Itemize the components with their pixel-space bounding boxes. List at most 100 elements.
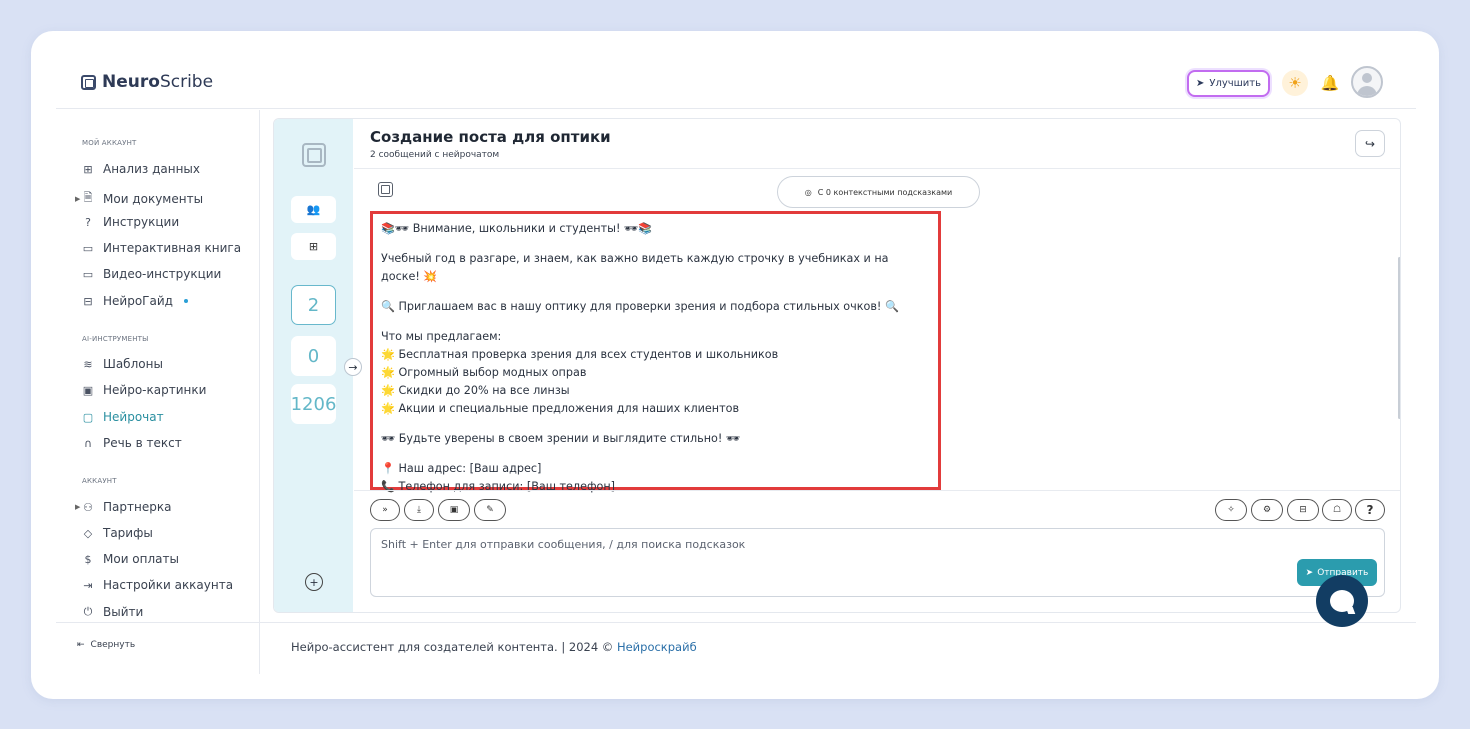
message-line: Что мы предлагаем: [381,330,502,343]
power-icon: ⏻ [83,605,93,618]
message-line: 🌟 Акции и специальные предложения для на… [381,402,740,415]
video-icon: ▭ [82,267,94,281]
message-line: 🌟 Скидки до 20% на все линзы [381,384,570,397]
sidebar-item-logout[interactable]: ⏻ Выйти [82,605,144,619]
header-divider [354,168,1400,169]
message-line: 📚🕶 Внимание, школьники и студенты! 🕶📚 [381,222,653,235]
puzzle-icon: ✧ [1227,505,1235,515]
download-icon: ⤓ [417,505,421,515]
chat-scrollbar[interactable] [1398,257,1400,419]
sidebar-item-partner[interactable]: ▶ ⚇ Партнерка [75,500,171,514]
tag-icon: ◇ [83,526,93,540]
logo-icon [81,74,96,90]
theme-toggle-sun-icon[interactable]: ☀ [1282,70,1308,96]
robot-button[interactable]: ☖ [1322,499,1352,521]
upgrade-label: Улучшить [1209,78,1262,89]
sidebar-item-label: Тарифы [103,526,153,540]
sidebar-item-payments[interactable]: $ Мои оплаты [82,552,179,566]
new-badge-dot [183,299,188,303]
sidebar-item-documents[interactable]: ▶ 🗎 Мои документы [75,189,204,208]
layout-button[interactable]: ⊟ [1287,499,1319,521]
chat-bubble-icon: ▢ [82,410,94,424]
download-button[interactable]: ⤓ [404,499,434,521]
users-icon: 👥 [306,203,321,216]
sidebar-item-book[interactable]: ▭ Интерактивная книга [82,241,241,255]
chat-subtitle: 2 сообщений с нейрочатом [370,150,500,160]
magic-wand-button[interactable]: ✎ [474,499,506,521]
count-tile-1[interactable]: 2 [291,285,336,325]
sidebar-item-chat[interactable]: ▢ Нейрочат [82,410,164,424]
palette-icon: ◎ [804,187,812,197]
message-line: 🌟 Бесплатная проверка зрения для всех ст… [381,348,779,361]
sidebar: МОЙ АККАУНТ ⊞ Анализ данных ▶ 🗎 Мои докумен… [31,110,259,620]
sidebar-item-label: Мои оплаты [103,552,179,566]
layout-icon: ⊟ [1299,505,1307,515]
add-chat-button[interactable]: + [305,573,323,591]
sidebar-item-settings[interactable]: ⇥ Настройки аккаунта [82,578,233,592]
sidebar-item-label: Инструкции [103,215,180,229]
expand-arrow-icon[interactable]: → [344,358,362,376]
context-hints-button[interactable]: ◎ С 0 контекстными подсказками [777,176,980,208]
settings-button[interactable]: ⚙ [1251,499,1283,521]
grid-button[interactable]: ⊞ [291,233,336,260]
toolbar-divider [354,490,1400,491]
message-line: Учебный год в разгаре, и знаем, как важн… [381,252,889,283]
help-icon: ? [1366,503,1374,517]
section-label-account: АККАУНТ [82,477,117,485]
user-avatar[interactable] [1351,66,1383,98]
sidebar-item-guide[interactable]: ⊟ НейроГайд [82,294,188,308]
sidebar-item-video[interactable]: ▭ Видео-инструкции [82,267,222,281]
sidebar-item-templates[interactable]: ≋ Шаблоны [82,357,163,371]
robot-icon: ☖ [1332,505,1342,515]
section-label-ai-tools: AI-ИНСТРУМЕНТЫ [82,335,149,343]
headphones-icon: ∩ [83,436,93,450]
caret-right-icon: ▶ [75,194,81,203]
footer-copyright: Нейро-ассистент для создателей контента.… [291,640,617,654]
hints-label: С 0 контекстными подсказками [817,187,953,197]
table-icon: ⊟ [83,294,93,308]
assistant-message: 📚🕶 Внимание, школьники и студенты! 🕶📚 Уч… [370,211,941,493]
rocket-icon: ➤ [1195,78,1205,89]
brand-name-bold: Neuro [102,72,160,92]
sidebar-item-label: Речь в текст [103,436,182,450]
message-input[interactable] [381,538,1281,551]
puzzle-button[interactable]: ✧ [1215,499,1247,521]
collapse-arrow-icon: ⇤ [77,640,85,650]
sidebar-item-images[interactable]: ▣ Нейро-картинки [82,383,207,397]
upgrade-button[interactable]: ➤ Улучшить [1187,70,1270,97]
message-line: 📞 Телефон для записи: [Ваш телефон] [381,480,616,493]
sidebar-item-speech[interactable]: ∩ Речь в текст [82,436,182,450]
chat-rail: 👥 ⊞ 2 0 1206 + [274,119,353,612]
footer-divider [56,622,1416,623]
support-chat-button[interactable] [1316,575,1368,627]
share-button[interactable]: ↪ [1355,130,1385,157]
layers-icon: ≋ [83,357,93,371]
top-bar: NeuroScribe ➤ Улучшить ☀ 🔔 [56,61,1416,109]
count-tile-3[interactable]: 1206 [291,384,336,424]
help-circle-icon: ? [85,215,91,229]
caret-right-icon: ▶ [75,503,81,511]
chat-bubble-icon [1330,590,1354,612]
count-tile-2[interactable]: 0 [291,336,336,376]
sidebar-item-label: Интерактивная книга [103,241,242,255]
sidebar-item-label: Настройки аккаунта [103,578,234,592]
footer-link[interactable]: Нейроскрайб [617,640,697,654]
gear-icon: ⚙ [1262,505,1272,515]
grid-icon: ⊞ [83,162,93,176]
sidebar-item-instructions[interactable]: ? Инструкции [82,215,179,229]
notifications-bell-icon[interactable]: 🔔 [1318,70,1342,96]
message-line: 🌟 Огромный выбор модных оправ [381,366,587,379]
sidebar-item-label: Анализ данных [103,162,200,176]
collapse-label: Свернуть [90,640,136,650]
chevrons-down-button[interactable]: » [370,499,400,521]
sidebar-item-label: Мои документы [103,191,204,206]
sidebar-divider [259,110,260,674]
image-button[interactable]: ▣ [438,499,470,521]
grid-icon: ⊞ [308,240,319,253]
sidebar-item-analytics[interactable]: ⊞ Анализ данных [82,162,200,176]
collapse-sidebar-button[interactable]: ⇤ Свернуть [77,640,135,650]
sidebar-item-tariffs[interactable]: ◇ Тарифы [82,526,153,540]
users-button[interactable]: 👥 [291,196,336,223]
help-button[interactable]: ? [1355,499,1385,521]
brand-logo[interactable]: NeuroScribe [81,72,213,92]
